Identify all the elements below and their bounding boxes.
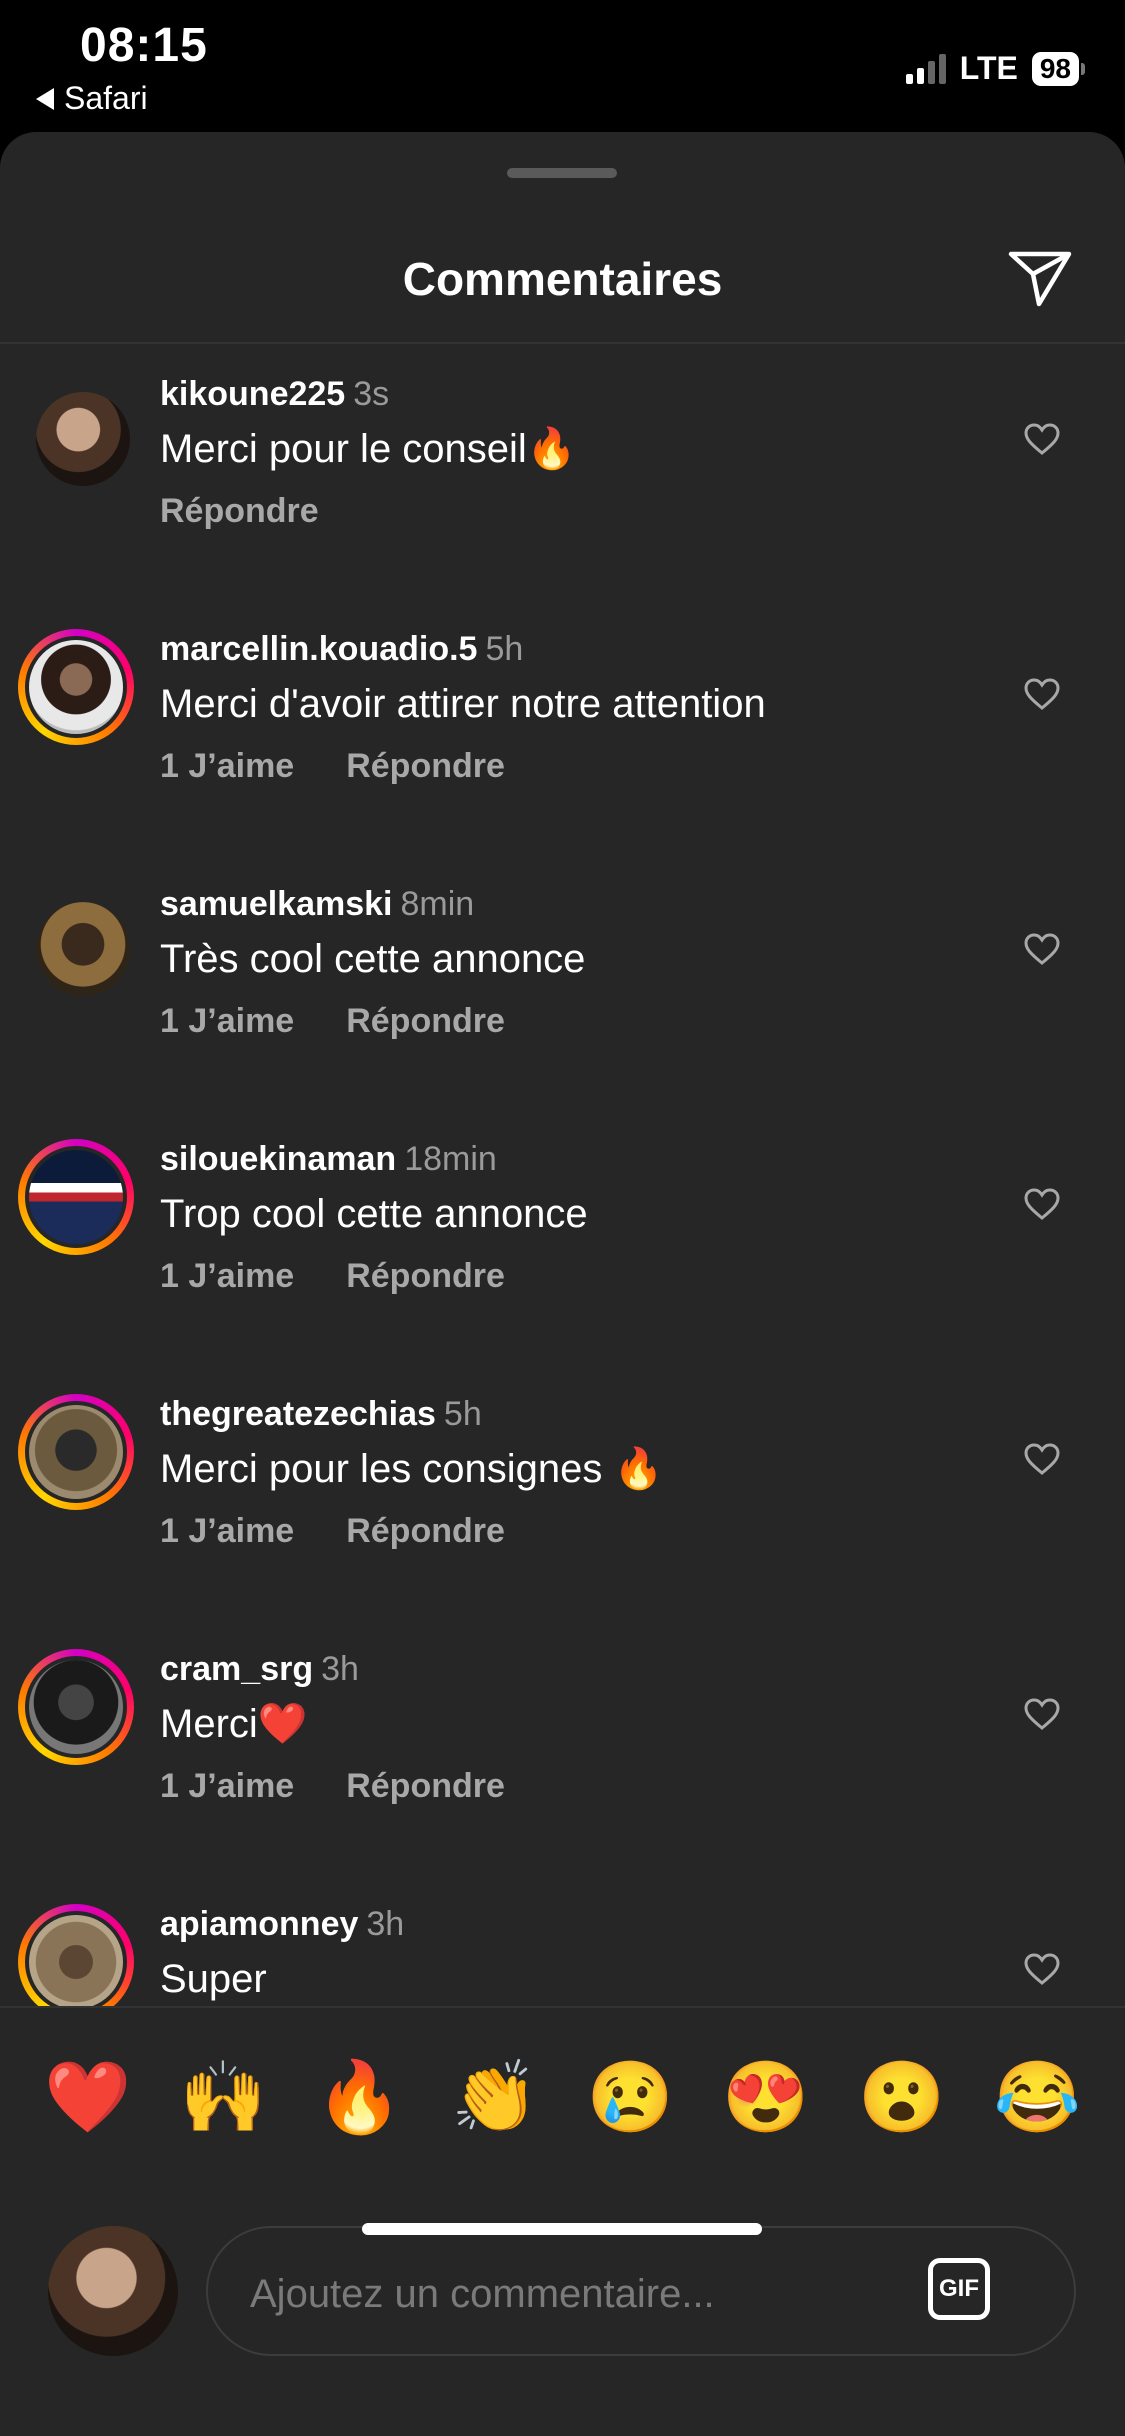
avatar[interactable] xyxy=(18,1904,134,2020)
comment-input[interactable] xyxy=(248,2258,872,2330)
comment-username[interactable]: silouekinaman xyxy=(160,1140,396,1178)
emoji-surprised-button[interactable]: 😮 xyxy=(858,2062,945,2132)
comment-time: 5h xyxy=(485,630,524,668)
avatar[interactable] xyxy=(18,884,134,1000)
likes-count[interactable]: 1 J’aime xyxy=(160,1002,294,1041)
status-time: 08:15 xyxy=(80,19,208,72)
comment-item: cram_srg 3h Merci❤️ 1 J’aime Répondre xyxy=(0,1619,1125,1874)
comment-composer: GIF xyxy=(0,2178,1125,2368)
comment-time: 3h xyxy=(321,1650,359,1688)
comment-username[interactable]: thegreatezechias xyxy=(160,1395,436,1433)
emoji-quick-bar: ❤️ 🙌 🔥 👏 😢 😍 😮 😂 xyxy=(0,2006,1125,2186)
comment-time: 3s xyxy=(353,375,390,413)
comment-item: marcellin.kouadio.5 5h Merci d'avoir atti… xyxy=(0,599,1125,854)
home-indicator[interactable] xyxy=(362,2223,762,2235)
comment-username[interactable]: marcellin.kouadio.5 xyxy=(160,630,477,668)
heart-icon[interactable] xyxy=(1023,1697,1061,1731)
heart-icon[interactable] xyxy=(1023,1187,1061,1221)
comment-text: Merci pour le conseil🔥 xyxy=(160,427,577,471)
heart-icon[interactable] xyxy=(1023,422,1061,456)
comment-text: Merci❤️ xyxy=(160,1702,308,1746)
sheet-grabber[interactable] xyxy=(507,168,617,178)
sheet-header: Commentaires xyxy=(0,232,1125,342)
status-bar: 08:15 Safari LTE 98 xyxy=(0,0,1125,130)
reply-button[interactable]: Répondre xyxy=(346,1767,505,1806)
comment-item: thegreatezechias 5h Merci pour les consig… xyxy=(0,1364,1125,1619)
avatar[interactable] xyxy=(18,1649,134,1765)
signal-icon xyxy=(905,53,946,84)
comment-item: samuelkamski 8min Très cool cette annonce… xyxy=(0,854,1125,1109)
comment-item: silouekinaman 18min Trop cool cette annon… xyxy=(0,1109,1125,1364)
emoji-laughing-button[interactable]: 😂 xyxy=(994,2062,1081,2132)
comment-input-container[interactable]: GIF xyxy=(206,2226,1076,2356)
comment-item: kikoune225 3s Merci pour le conseil🔥 Répo… xyxy=(0,344,1125,599)
comment-text: Trop cool cette annonce xyxy=(160,1192,588,1236)
avatar[interactable] xyxy=(18,629,134,745)
reply-button[interactable]: Répondre xyxy=(346,1512,505,1551)
status-indicators: LTE 98 xyxy=(905,50,1085,87)
back-to-safari[interactable]: Safari xyxy=(36,80,148,117)
gif-button[interactable]: GIF xyxy=(928,2258,990,2320)
emoji-fire-button[interactable]: 🔥 xyxy=(315,2062,402,2132)
comment-username[interactable]: samuelkamski xyxy=(160,885,393,923)
likes-count[interactable]: 1 J’aime xyxy=(160,1767,294,1806)
likes-count[interactable]: 1 J’aime xyxy=(160,747,294,786)
emoji-crying-button[interactable]: 😢 xyxy=(587,2062,674,2132)
emoji-heart-eyes-button[interactable]: 😍 xyxy=(722,2062,809,2132)
comments-sheet: Commentaires kikoune225 3s Merci pour le … xyxy=(0,132,1125,2436)
send-icon[interactable] xyxy=(1005,242,1075,312)
emoji-raised-hands-button[interactable]: 🙌 xyxy=(180,2062,267,2132)
reply-button[interactable]: Répondre xyxy=(346,747,505,786)
back-arrow-icon xyxy=(36,87,54,110)
comment-time: 18min xyxy=(404,1140,497,1178)
emoji-heart-button[interactable]: ❤️ xyxy=(44,2062,131,2132)
comment-text: Merci pour les consignes 🔥 xyxy=(160,1447,664,1491)
comment-text: Merci d'avoir attirer notre attention xyxy=(160,682,766,726)
comment-time: 3h xyxy=(366,1905,405,1943)
comment-username[interactable]: apiamonney xyxy=(160,1905,358,1943)
heart-icon[interactable] xyxy=(1023,932,1061,966)
emoji-clap-button[interactable]: 👏 xyxy=(451,2062,538,2132)
comment-username[interactable]: cram_srg xyxy=(160,1650,313,1688)
comment-text: Super xyxy=(160,1957,267,2001)
likes-count[interactable]: 1 J’aime xyxy=(160,1257,294,1296)
heart-icon[interactable] xyxy=(1023,1952,1061,1986)
heart-icon[interactable] xyxy=(1023,1442,1061,1476)
reply-button[interactable]: Répondre xyxy=(346,1002,505,1041)
comment-time: 5h xyxy=(443,1395,482,1433)
network-label: LTE xyxy=(959,50,1018,86)
comment-text: Très cool cette annonce xyxy=(160,937,586,981)
likes-count[interactable]: 1 J’aime xyxy=(160,1512,294,1551)
comment-username[interactable]: kikoune225 xyxy=(160,375,345,413)
page-title: Commentaires xyxy=(402,253,723,305)
reply-button[interactable]: Répondre xyxy=(160,492,319,531)
battery-level: 98 xyxy=(1031,51,1079,86)
heart-icon[interactable] xyxy=(1023,677,1061,711)
user-avatar xyxy=(48,2226,178,2356)
back-app-label: Safari xyxy=(64,80,148,116)
comment-time: 8min xyxy=(400,885,475,923)
avatar[interactable] xyxy=(18,374,134,490)
avatar[interactable] xyxy=(18,1139,134,1255)
reply-button[interactable]: Répondre xyxy=(346,1257,505,1296)
battery-icon: 98 xyxy=(1031,51,1085,86)
comments-list: kikoune225 3s Merci pour le conseil🔥 Répo… xyxy=(0,344,1125,2139)
avatar[interactable] xyxy=(18,1394,134,1510)
